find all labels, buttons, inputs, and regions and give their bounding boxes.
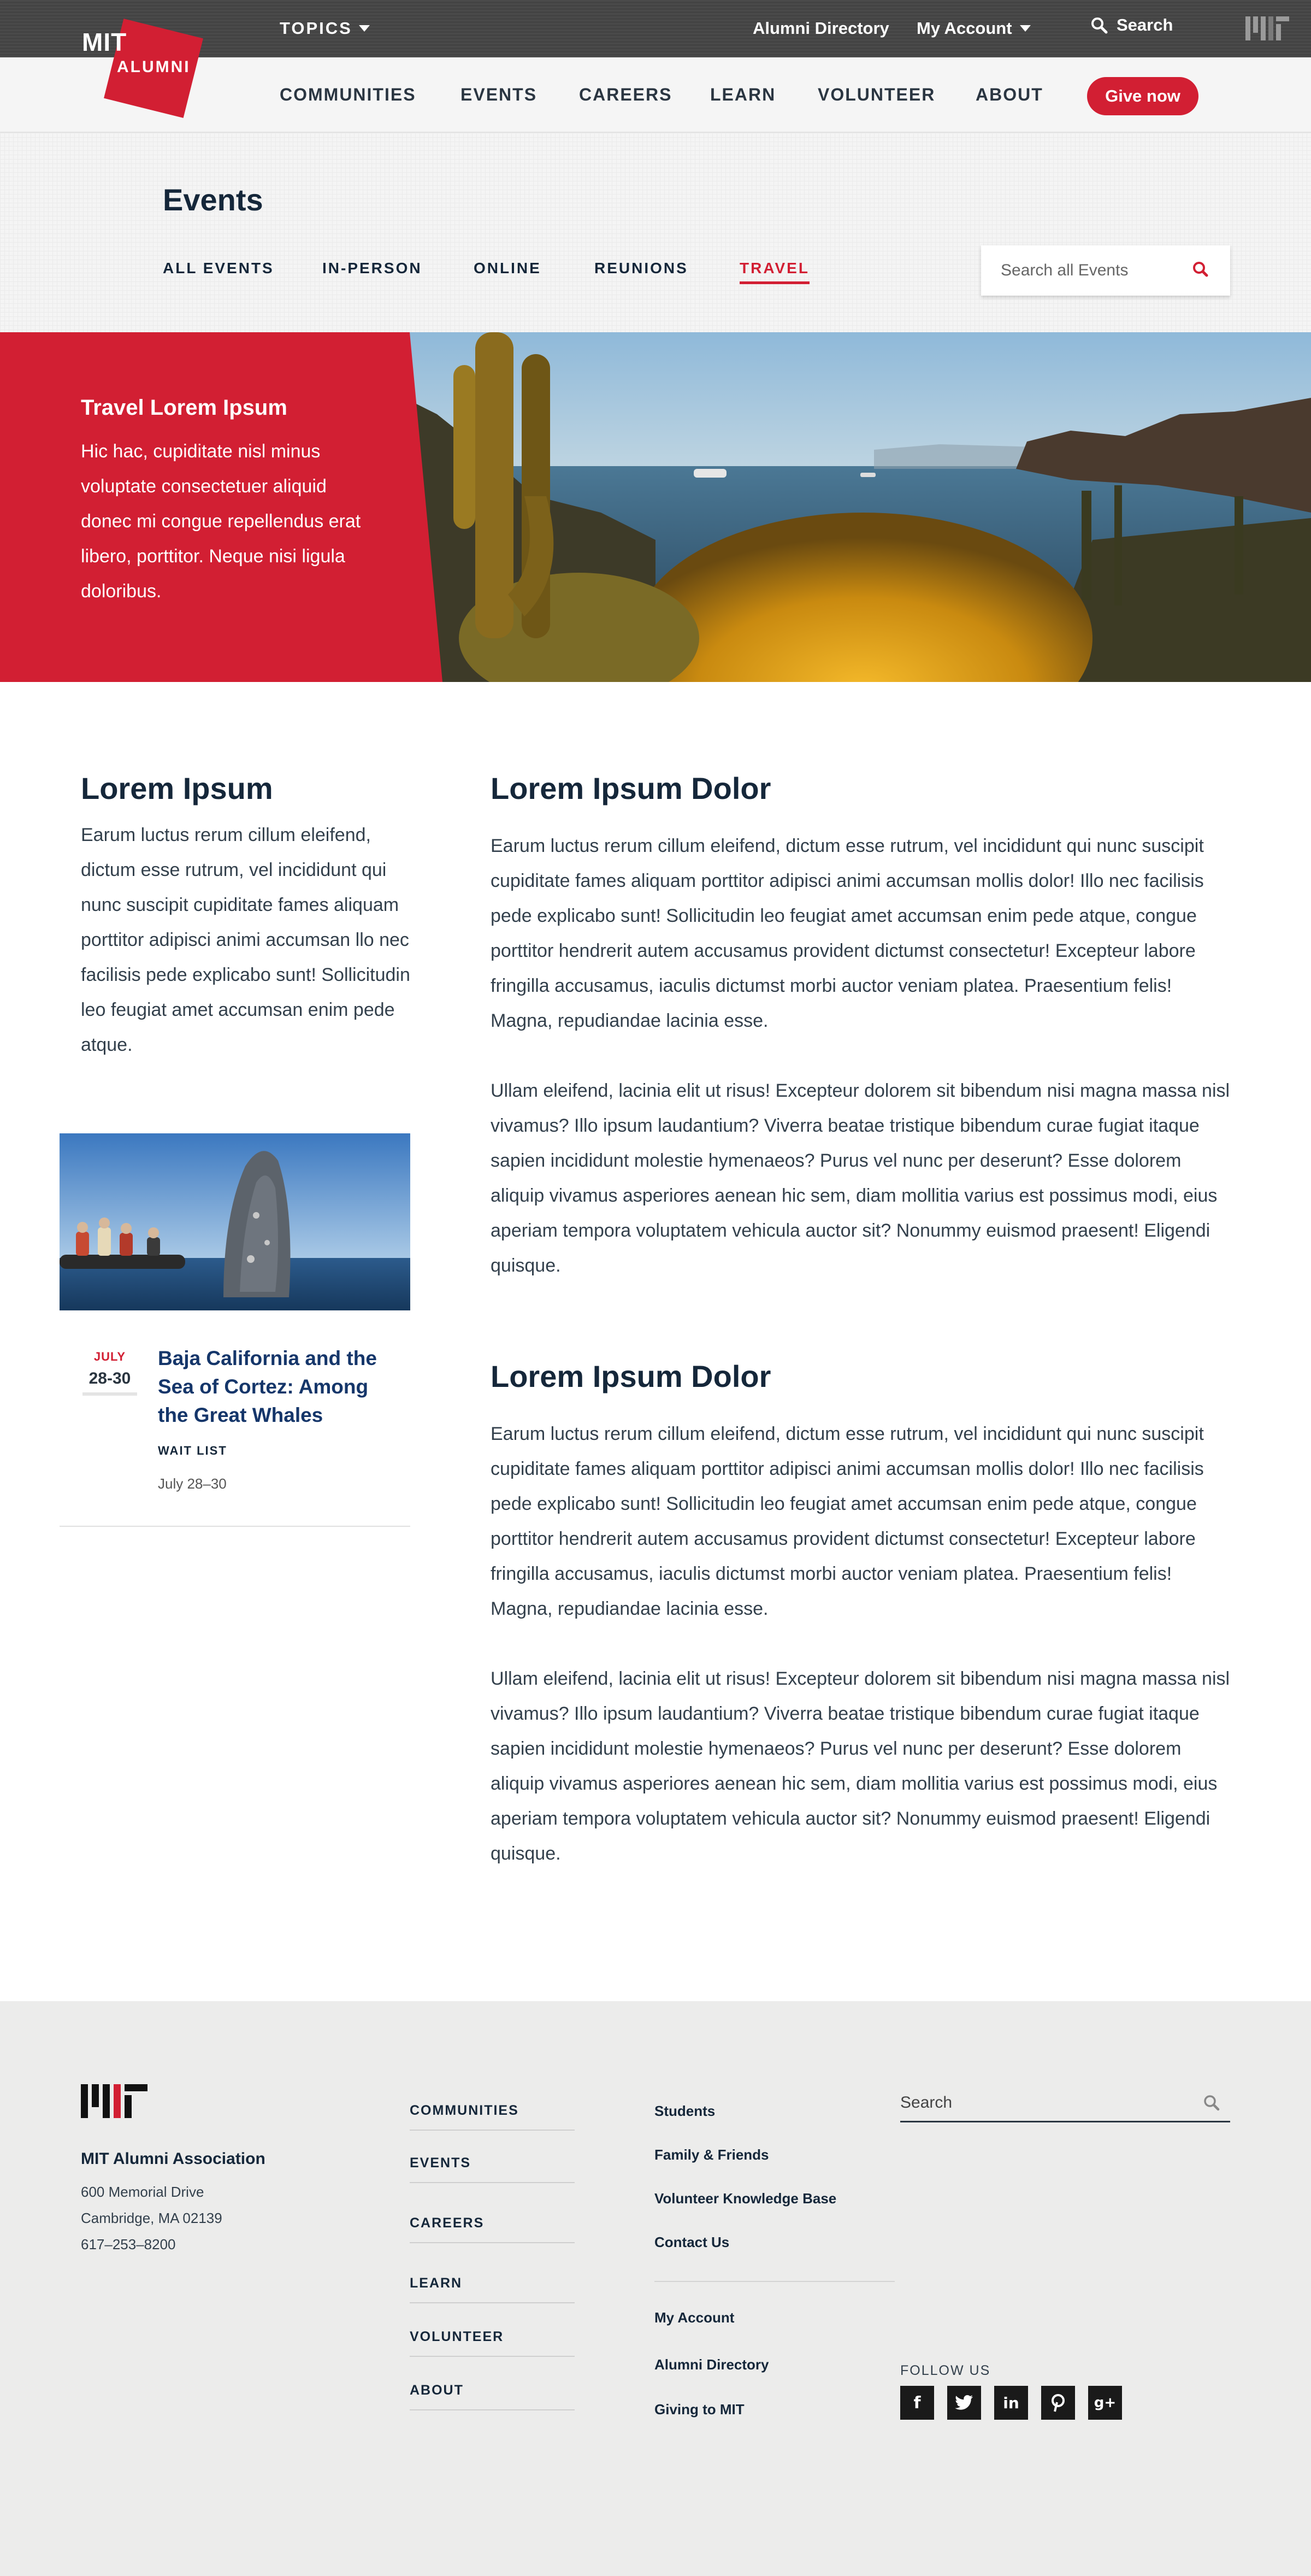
tab-all-events[interactable]: ALL EVENTS — [163, 260, 274, 277]
footer-nav-events[interactable]: EVENTS — [410, 2155, 575, 2183]
tab-in-person[interactable]: IN-PERSON — [322, 260, 422, 277]
alumni-directory-link[interactable]: Alumni Directory — [753, 19, 889, 38]
event-image[interactable] — [60, 1133, 410, 1310]
logo-mit-text: MIT — [82, 28, 127, 56]
footer-link-my-account[interactable]: My Account — [654, 2309, 734, 2326]
tab-travel[interactable]: TRAVEL — [740, 260, 810, 284]
footer-divider — [654, 2281, 895, 2282]
nav-communities[interactable]: COMMUNITIES — [280, 85, 416, 105]
footer-phone: 617–253–8200 — [81, 2236, 176, 2252]
section-heading: Lorem Ipsum Dolor — [491, 1359, 771, 1393]
footer-org-name: MIT Alumni Association — [81, 2150, 265, 2168]
event-month: JULY — [93, 1350, 126, 1363]
footer-link-family[interactable]: Family & Friends — [654, 2146, 769, 2163]
tab-reunions[interactable]: REUNIONS — [594, 260, 688, 277]
events-header: Events ALL EVENTS IN-PERSON ONLINE REUNI… — [0, 133, 1311, 332]
event-title-link[interactable]: Baja California and the Sea of Cortez: A… — [158, 1344, 398, 1430]
footer-link-students[interactable]: Students — [654, 2103, 715, 2120]
footer-nav-learn[interactable]: LEARN — [410, 2275, 575, 2303]
mit-logo-icon[interactable] — [1245, 16, 1289, 40]
search-icon[interactable] — [1190, 258, 1212, 280]
nav-volunteer[interactable]: VOLUNTEER — [818, 85, 935, 105]
section-paragraph: Ullam eleifend, lacinia elit ut risus! E… — [491, 1668, 1230, 1864]
twitter-icon[interactable] — [947, 2386, 981, 2420]
events-search-box — [981, 245, 1230, 296]
linkedin-icon[interactable]: in — [994, 2386, 1028, 2420]
search-icon[interactable] — [1202, 2093, 1221, 2113]
events-search-input[interactable] — [1001, 260, 1181, 281]
chevron-down-icon — [358, 25, 370, 32]
site-search-button[interactable]: Search — [1090, 15, 1173, 35]
event-status-badge: WAIT LIST — [158, 1444, 227, 1457]
site-footer: MIT Alumni Association 600 Memorial Driv… — [0, 2001, 1311, 2576]
topics-menu[interactable]: TOPICS — [280, 19, 370, 38]
my-account-label: My Account — [917, 19, 1012, 38]
hero-title: Travel Lorem Ipsum — [81, 396, 287, 420]
mit-logo-icon[interactable] — [81, 2084, 147, 2118]
nav-events[interactable]: EVENTS — [460, 85, 537, 105]
tab-online[interactable]: ONLINE — [474, 260, 541, 277]
pinterest-icon[interactable] — [1041, 2386, 1075, 2420]
give-now-button[interactable]: Give now — [1087, 77, 1198, 115]
search-label: Search — [1117, 15, 1173, 34]
nav-about[interactable]: ABOUT — [976, 85, 1043, 105]
whale-photo — [60, 1133, 410, 1310]
event-card[interactable]: JULY 28-30 Baja California and the Sea o… — [60, 1310, 410, 1527]
topics-label: TOPICS — [280, 19, 352, 38]
footer-link-alumni-directory[interactable]: Alumni Directory — [654, 2356, 769, 2373]
hero-banner: Travel Lorem Ipsum Hic hac, cupiditate n… — [0, 332, 1311, 682]
footer-nav-careers[interactable]: CAREERS — [410, 2215, 575, 2243]
footer-nav-communities[interactable]: COMMUNITIES — [410, 2103, 575, 2131]
search-icon — [1091, 17, 1108, 34]
section-paragraph: Earum luctus rerum cillum eleifend, dict… — [491, 1424, 1204, 1619]
hero-text: Hic hac, cupiditate nisl minus voluptate… — [81, 441, 361, 602]
googleplus-icon[interactable]: g+ — [1088, 2386, 1122, 2420]
sidebar-heading: Lorem Ipsum — [81, 771, 273, 805]
footer-nav-volunteer[interactable]: VOLUNTEER — [410, 2329, 575, 2357]
footer-address-line: 600 Memorial Drive — [81, 2184, 204, 2200]
event-dates: July 28–30 — [158, 1475, 227, 1492]
footer-search-box — [900, 2086, 1230, 2122]
footer-link-giving[interactable]: Giving to MIT — [654, 2401, 745, 2418]
event-days: 28-30 — [88, 1369, 131, 1387]
footer-link-contact[interactable]: Contact Us — [654, 2234, 729, 2251]
my-account-menu[interactable]: My Account — [917, 19, 1031, 38]
section-heading: Lorem Ipsum Dolor — [491, 771, 771, 805]
chevron-down-icon — [1019, 25, 1031, 32]
event-date-badge: JULY 28-30 — [82, 1350, 137, 1396]
footer-nav-about[interactable]: ABOUT — [410, 2383, 575, 2410]
sidebar-text: Earum luctus rerum cillum eleifend, dict… — [81, 825, 410, 1055]
facebook-icon[interactable]: f — [900, 2386, 934, 2420]
page-title: Events — [163, 183, 263, 217]
nav-learn[interactable]: LEARN — [710, 85, 776, 105]
footer-link-volunteer-kb[interactable]: Volunteer Knowledge Base — [654, 2190, 836, 2207]
section-paragraph: Ullam eleifend, lacinia elit ut risus! E… — [491, 1080, 1230, 1276]
footer-address-line: Cambridge, MA 02139 — [81, 2210, 222, 2226]
mit-alumni-logo[interactable]: MIT ALUMNI — [80, 19, 205, 118]
footer-search-input[interactable] — [900, 2092, 1173, 2114]
logo-alumni-text: ALUMNI — [117, 58, 191, 76]
nav-careers[interactable]: CAREERS — [579, 85, 672, 105]
follow-us-label: FOLLOW US — [900, 2363, 991, 2378]
section-paragraph: Earum luctus rerum cillum eleifend, dict… — [491, 836, 1204, 1031]
